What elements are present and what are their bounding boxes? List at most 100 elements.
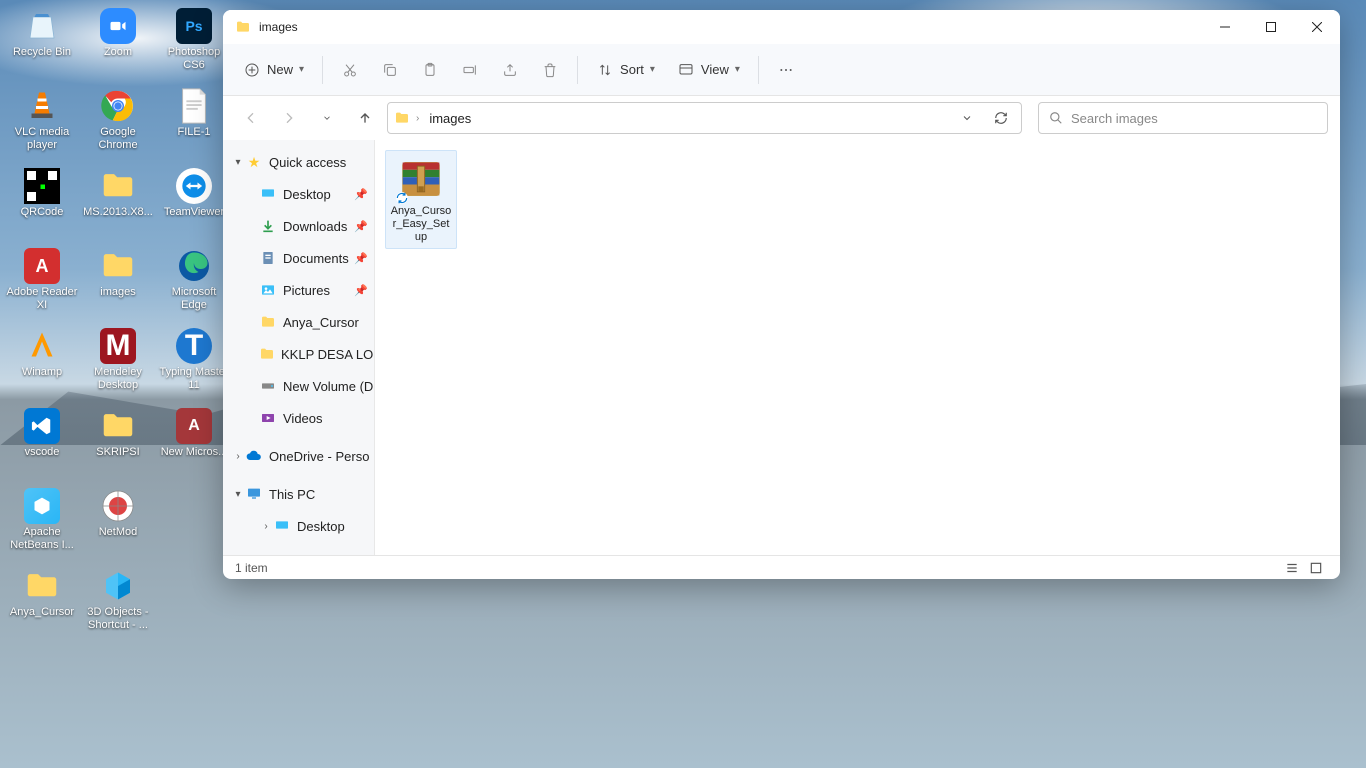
delete-button[interactable] [531,52,569,88]
quick-access-label: Quick access [269,155,346,170]
desktop-icon-mendeley-desktop[interactable]: MMendeley Desktop [80,324,156,404]
desktop-icon-label: Apache NetBeans I... [6,526,78,552]
up-button[interactable] [349,102,381,134]
desktop-icon-new-micros-[interactable]: ANew Micros... [156,404,232,484]
desktop-icon-vlc-media-player[interactable]: VLC media player [4,84,80,164]
delete-icon [541,61,559,79]
search-box[interactable] [1038,102,1328,134]
desktop-icon-typing-master-11[interactable]: TTyping Master 11 [156,324,232,404]
desktop-icon-ms-2013-x8-[interactable]: MS.2013.X8... [80,164,156,244]
title-bar[interactable]: images [223,10,1340,44]
chrome-icon [98,86,138,126]
desktop-icon-label: 3D Objects - Shortcut - ... [82,606,154,632]
rar-icon [397,155,445,203]
desktop-icon-photoshop-cs6[interactable]: PsPhotoshop CS6 [156,4,232,84]
ps-icon: Ps [174,6,214,46]
sidebar-item-desktop[interactable]: Desktop📌 [223,178,374,210]
paste-button[interactable] [411,52,449,88]
desktop-icon-apache-netbeans-i-[interactable]: Apache NetBeans I... [4,484,80,564]
sidebar-item-videos[interactable]: Videos [223,402,374,434]
desktop-icon-vscode[interactable]: vscode [4,404,80,484]
view-button[interactable]: View ▾ [667,52,750,88]
file-item[interactable]: Anya_Cursor_Easy_Setup [385,150,457,249]
share-icon [501,61,519,79]
desktop-icon-qrcode[interactable]: QRCode [4,164,80,244]
desktop-icon-3d-objects-shortcut-[interactable]: 3D Objects - Shortcut - ... [80,564,156,644]
status-text: 1 item [235,561,268,575]
desktop-icon-label: QRCode [21,206,64,219]
desktop-icon-teamviewer[interactable]: TeamViewer [156,164,232,244]
sidebar-item-new-volume-d[interactable]: New Volume (D [223,370,374,402]
winamp-icon [22,326,62,366]
address-dropdown[interactable] [953,104,981,132]
sidebar-item-label: New Volume (D [283,379,373,394]
desktop-icon-skripsi[interactable]: SKRIPSI [80,404,156,484]
share-button[interactable] [491,52,529,88]
new-button[interactable]: New ▾ [233,52,314,88]
desktop-icon-images[interactable]: images [80,244,156,324]
desktop-icon-label: Zoom [104,46,132,59]
sidebar-item-downloads[interactable]: Downloads 📌 [223,210,374,242]
sidebar-item-desktop[interactable]: › Desktop [223,510,374,542]
forward-button[interactable] [273,102,305,134]
desktop-icon-winamp[interactable]: Winamp [4,324,80,404]
address-bar[interactable]: › images [387,102,1022,134]
sidebar-item-kklp-desa-lor[interactable]: KKLP DESA LOR [223,338,374,370]
sidebar-item-documents[interactable]: Documents 📌 [223,242,374,274]
desktop-icon-adobe-reader-xi[interactable]: AAdobe Reader XI [4,244,80,324]
minimize-button[interactable] [1202,10,1248,44]
navigation-row: › images [223,96,1340,140]
onedrive-label: OneDrive - Perso [269,449,369,464]
desktop-icon-anya-cursor[interactable]: Anya_Cursor [4,564,80,644]
search-input[interactable] [1071,111,1317,126]
chevron-down-icon: ▾ [231,489,245,500]
more-icon [777,61,795,79]
star-icon: ★ [245,153,263,171]
separator [322,56,323,84]
pin-icon: 📌 [354,220,368,233]
separator [758,56,759,84]
cloud-icon [245,447,263,465]
desktop-icon-microsoft-edge[interactable]: Microsoft Edge [156,244,232,324]
desktop-icon-zoom[interactable]: Zoom [80,4,156,84]
desktop-icon-label: Microsoft Edge [158,286,230,312]
breadcrumb[interactable]: images [425,109,475,128]
icons-view-button[interactable] [1304,558,1328,578]
pin-icon: 📌 [354,284,368,297]
netmod-icon [98,486,138,526]
sidebar-item-pictures[interactable]: Pictures 📌 [223,274,374,306]
back-button[interactable] [235,102,267,134]
chevron-right-icon: › [231,451,245,462]
window-title: images [259,20,298,34]
desktop-icon-file-1[interactable]: FILE-1 [156,84,232,164]
sort-button[interactable]: Sort ▾ [586,52,665,88]
chevron-right-icon[interactable]: › [416,113,419,124]
rename-button[interactable] [451,52,489,88]
sidebar-item-label: Videos [283,411,323,426]
refresh-button[interactable] [987,104,1015,132]
navigation-sidebar: ▾ ★ Quick access Desktop📌Downloads📌Docum… [223,140,375,555]
pin-icon: 📌 [354,188,368,201]
details-view-button[interactable] [1280,558,1304,578]
file-pane[interactable]: Anya_Cursor_Easy_Setup [375,140,1340,555]
desktop-icon-netmod[interactable]: NetMod [80,484,156,564]
desktop-icon-google-chrome[interactable]: Google Chrome [80,84,156,164]
sidebar-quick-access[interactable]: ▾ ★ Quick access [223,146,374,178]
sidebar-item-label: Pictures [283,283,330,298]
maximize-button[interactable] [1248,10,1294,44]
cut-button[interactable] [331,52,369,88]
folder-icon [259,345,275,363]
more-button[interactable] [767,52,805,88]
copy-button[interactable] [371,52,409,88]
sidebar-item-label: Documents [283,251,349,266]
sidebar-this-pc[interactable]: ▾ This PC [223,478,374,510]
sidebar-item-label: Downloads [283,219,347,234]
sidebar-onedrive[interactable]: › OneDrive - Perso [223,440,374,472]
pin-icon: 📌 [354,252,368,265]
sidebar-item-anya-cursor[interactable]: Anya_Cursor [223,306,374,338]
desktop-icon-recycle-bin[interactable]: Recycle Bin [4,4,80,84]
desktop-icon-label: TeamViewer [164,206,224,219]
close-button[interactable] [1294,10,1340,44]
recent-button[interactable] [311,102,343,134]
desktop-icon-label: FILE-1 [177,126,210,139]
